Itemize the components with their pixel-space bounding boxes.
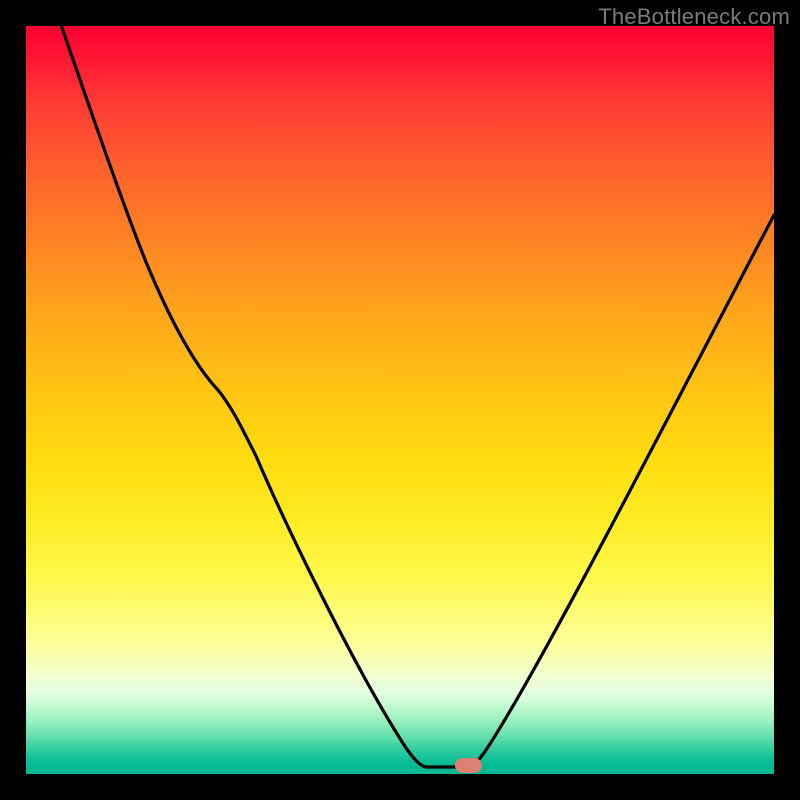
plot-area — [26, 26, 774, 774]
minimum-marker — [455, 758, 482, 773]
bottleneck-curve — [60, 26, 774, 767]
curve-layer — [26, 26, 774, 774]
chart-frame: TheBottleneck.com — [0, 0, 800, 800]
watermark-text: TheBottleneck.com — [598, 4, 790, 30]
